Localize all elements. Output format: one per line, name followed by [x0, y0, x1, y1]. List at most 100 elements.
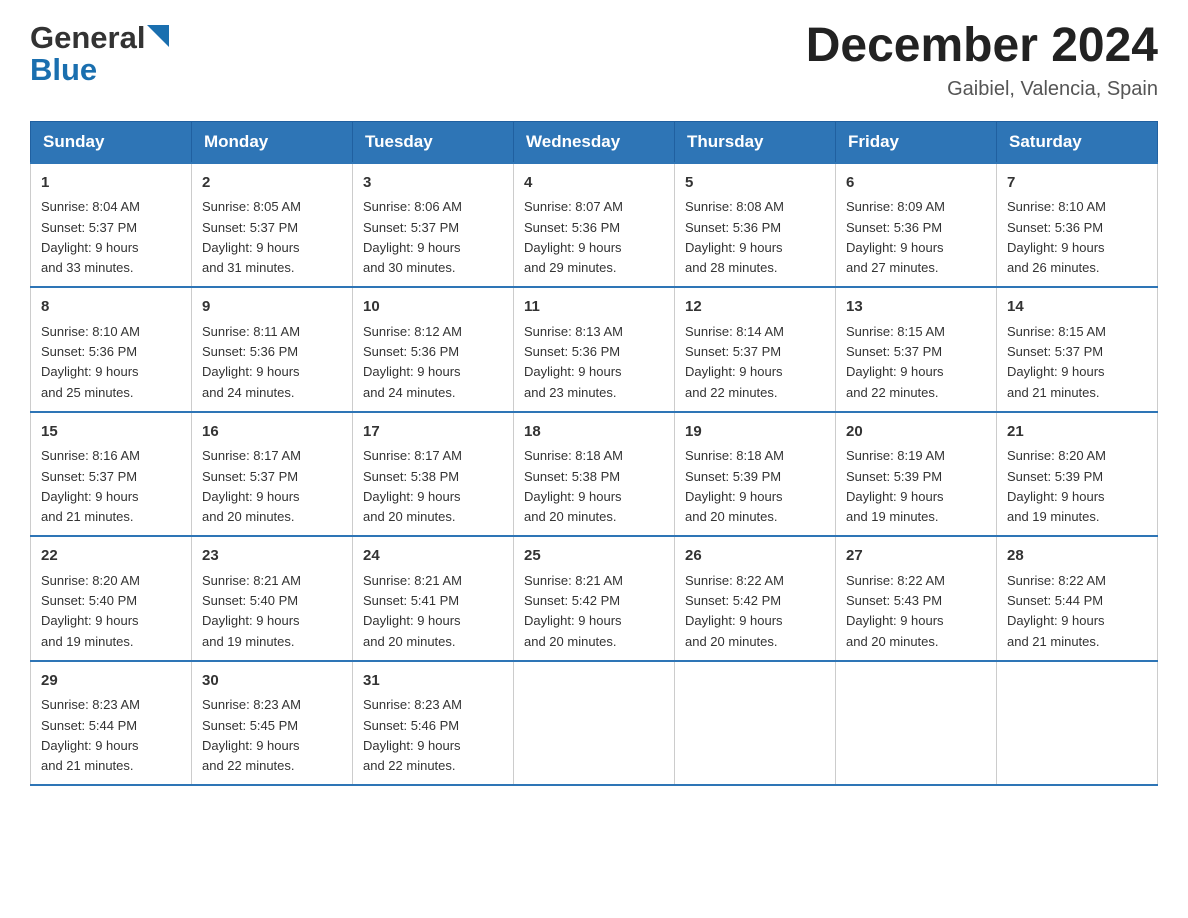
day-cell: 14 Sunrise: 8:15 AM Sunset: 5:37 PM Dayl… [997, 287, 1158, 412]
day-cell: 9 Sunrise: 8:11 AM Sunset: 5:36 PM Dayli… [192, 287, 353, 412]
day-number: 24 [363, 545, 503, 568]
day-info: Sunrise: 8:15 AM Sunset: 5:37 PM Dayligh… [846, 324, 945, 400]
logo-general-text: General [30, 20, 145, 56]
day-number: 29 [41, 670, 181, 693]
week-row-4: 22 Sunrise: 8:20 AM Sunset: 5:40 PM Dayl… [31, 536, 1158, 661]
day-info: Sunrise: 8:04 AM Sunset: 5:37 PM Dayligh… [41, 199, 140, 275]
day-info: Sunrise: 8:18 AM Sunset: 5:39 PM Dayligh… [685, 448, 784, 524]
day-number: 1 [41, 172, 181, 195]
day-info: Sunrise: 8:07 AM Sunset: 5:36 PM Dayligh… [524, 199, 623, 275]
col-saturday: Saturday [997, 121, 1158, 163]
day-number: 27 [846, 545, 986, 568]
day-info: Sunrise: 8:22 AM Sunset: 5:42 PM Dayligh… [685, 573, 784, 649]
day-cell: 19 Sunrise: 8:18 AM Sunset: 5:39 PM Dayl… [675, 412, 836, 537]
day-info: Sunrise: 8:22 AM Sunset: 5:43 PM Dayligh… [846, 573, 945, 649]
day-info: Sunrise: 8:17 AM Sunset: 5:38 PM Dayligh… [363, 448, 462, 524]
day-number: 18 [524, 421, 664, 444]
day-number: 17 [363, 421, 503, 444]
day-number: 12 [685, 296, 825, 319]
day-cell: 11 Sunrise: 8:13 AM Sunset: 5:36 PM Dayl… [514, 287, 675, 412]
day-cell: 27 Sunrise: 8:22 AM Sunset: 5:43 PM Dayl… [836, 536, 997, 661]
day-cell: 2 Sunrise: 8:05 AM Sunset: 5:37 PM Dayli… [192, 163, 353, 288]
day-number: 15 [41, 421, 181, 444]
day-info: Sunrise: 8:21 AM Sunset: 5:41 PM Dayligh… [363, 573, 462, 649]
week-row-2: 8 Sunrise: 8:10 AM Sunset: 5:36 PM Dayli… [31, 287, 1158, 412]
day-info: Sunrise: 8:23 AM Sunset: 5:46 PM Dayligh… [363, 697, 462, 773]
day-cell [675, 661, 836, 786]
calendar-header: Sunday Monday Tuesday Wednesday Thursday… [31, 121, 1158, 163]
day-info: Sunrise: 8:20 AM Sunset: 5:39 PM Dayligh… [1007, 448, 1106, 524]
day-info: Sunrise: 8:23 AM Sunset: 5:44 PM Dayligh… [41, 697, 140, 773]
day-cell: 21 Sunrise: 8:20 AM Sunset: 5:39 PM Dayl… [997, 412, 1158, 537]
col-sunday: Sunday [31, 121, 192, 163]
col-thursday: Thursday [675, 121, 836, 163]
day-cell: 6 Sunrise: 8:09 AM Sunset: 5:36 PM Dayli… [836, 163, 997, 288]
day-info: Sunrise: 8:16 AM Sunset: 5:37 PM Dayligh… [41, 448, 140, 524]
logo: General Blue [30, 20, 169, 88]
day-number: 4 [524, 172, 664, 195]
day-cell: 22 Sunrise: 8:20 AM Sunset: 5:40 PM Dayl… [31, 536, 192, 661]
day-info: Sunrise: 8:18 AM Sunset: 5:38 PM Dayligh… [524, 448, 623, 524]
day-cell: 20 Sunrise: 8:19 AM Sunset: 5:39 PM Dayl… [836, 412, 997, 537]
day-number: 14 [1007, 296, 1147, 319]
title-section: December 2024 Gaibiel, Valencia, Spain [806, 20, 1158, 101]
day-number: 8 [41, 296, 181, 319]
day-info: Sunrise: 8:21 AM Sunset: 5:42 PM Dayligh… [524, 573, 623, 649]
day-number: 16 [202, 421, 342, 444]
day-cell: 23 Sunrise: 8:21 AM Sunset: 5:40 PM Dayl… [192, 536, 353, 661]
day-cell [514, 661, 675, 786]
day-info: Sunrise: 8:10 AM Sunset: 5:36 PM Dayligh… [1007, 199, 1106, 275]
col-wednesday: Wednesday [514, 121, 675, 163]
day-number: 31 [363, 670, 503, 693]
week-row-5: 29 Sunrise: 8:23 AM Sunset: 5:44 PM Dayl… [31, 661, 1158, 786]
day-number: 23 [202, 545, 342, 568]
day-cell: 29 Sunrise: 8:23 AM Sunset: 5:44 PM Dayl… [31, 661, 192, 786]
day-cell: 18 Sunrise: 8:18 AM Sunset: 5:38 PM Dayl… [514, 412, 675, 537]
day-number: 10 [363, 296, 503, 319]
day-cell: 16 Sunrise: 8:17 AM Sunset: 5:37 PM Dayl… [192, 412, 353, 537]
day-number: 7 [1007, 172, 1147, 195]
day-number: 22 [41, 545, 181, 568]
day-info: Sunrise: 8:05 AM Sunset: 5:37 PM Dayligh… [202, 199, 301, 275]
calendar-body: 1 Sunrise: 8:04 AM Sunset: 5:37 PM Dayli… [31, 163, 1158, 786]
day-number: 5 [685, 172, 825, 195]
day-cell: 3 Sunrise: 8:06 AM Sunset: 5:37 PM Dayli… [353, 163, 514, 288]
day-info: Sunrise: 8:10 AM Sunset: 5:36 PM Dayligh… [41, 324, 140, 400]
day-info: Sunrise: 8:11 AM Sunset: 5:36 PM Dayligh… [202, 324, 300, 400]
day-cell: 7 Sunrise: 8:10 AM Sunset: 5:36 PM Dayli… [997, 163, 1158, 288]
day-cell: 1 Sunrise: 8:04 AM Sunset: 5:37 PM Dayli… [31, 163, 192, 288]
col-tuesday: Tuesday [353, 121, 514, 163]
location-text: Gaibiel, Valencia, Spain [806, 78, 1158, 101]
day-number: 26 [685, 545, 825, 568]
day-cell: 15 Sunrise: 8:16 AM Sunset: 5:37 PM Dayl… [31, 412, 192, 537]
day-number: 6 [846, 172, 986, 195]
day-number: 9 [202, 296, 342, 319]
day-cell: 10 Sunrise: 8:12 AM Sunset: 5:36 PM Dayl… [353, 287, 514, 412]
logo-arrow-icon [147, 25, 169, 47]
logo-blue-text: Blue [30, 52, 97, 87]
day-number: 11 [524, 296, 664, 319]
day-cell: 25 Sunrise: 8:21 AM Sunset: 5:42 PM Dayl… [514, 536, 675, 661]
day-cell: 12 Sunrise: 8:14 AM Sunset: 5:37 PM Dayl… [675, 287, 836, 412]
day-info: Sunrise: 8:22 AM Sunset: 5:44 PM Dayligh… [1007, 573, 1106, 649]
day-cell [997, 661, 1158, 786]
day-number: 25 [524, 545, 664, 568]
header-row: Sunday Monday Tuesday Wednesday Thursday… [31, 121, 1158, 163]
day-info: Sunrise: 8:08 AM Sunset: 5:36 PM Dayligh… [685, 199, 784, 275]
day-number: 20 [846, 421, 986, 444]
day-cell: 8 Sunrise: 8:10 AM Sunset: 5:36 PM Dayli… [31, 287, 192, 412]
day-number: 30 [202, 670, 342, 693]
day-info: Sunrise: 8:23 AM Sunset: 5:45 PM Dayligh… [202, 697, 301, 773]
day-cell: 5 Sunrise: 8:08 AM Sunset: 5:36 PM Dayli… [675, 163, 836, 288]
week-row-3: 15 Sunrise: 8:16 AM Sunset: 5:37 PM Dayl… [31, 412, 1158, 537]
day-cell: 24 Sunrise: 8:21 AM Sunset: 5:41 PM Dayl… [353, 536, 514, 661]
day-number: 13 [846, 296, 986, 319]
month-title: December 2024 [806, 20, 1158, 73]
day-number: 28 [1007, 545, 1147, 568]
day-cell: 31 Sunrise: 8:23 AM Sunset: 5:46 PM Dayl… [353, 661, 514, 786]
day-cell: 30 Sunrise: 8:23 AM Sunset: 5:45 PM Dayl… [192, 661, 353, 786]
day-cell: 4 Sunrise: 8:07 AM Sunset: 5:36 PM Dayli… [514, 163, 675, 288]
day-info: Sunrise: 8:15 AM Sunset: 5:37 PM Dayligh… [1007, 324, 1106, 400]
day-cell [836, 661, 997, 786]
day-info: Sunrise: 8:19 AM Sunset: 5:39 PM Dayligh… [846, 448, 945, 524]
